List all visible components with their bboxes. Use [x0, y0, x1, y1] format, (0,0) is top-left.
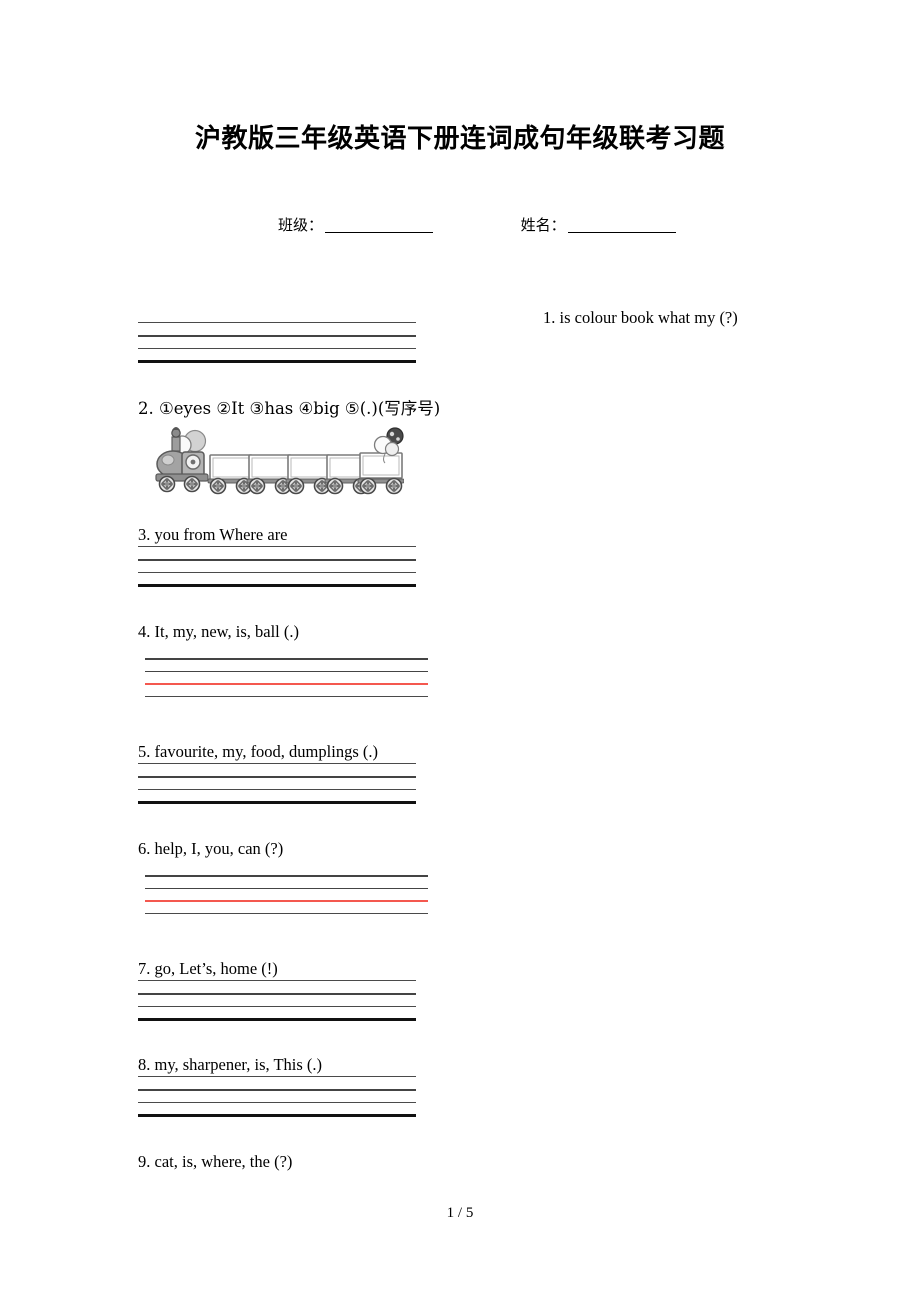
question-3-text: 3. you from Where are — [138, 525, 288, 544]
page-footer: 1 / 5 — [446, 1205, 474, 1221]
rule-gap — [138, 1103, 416, 1114]
rule-gap — [145, 672, 428, 683]
rule-gap — [138, 981, 416, 993]
rule-gap — [145, 685, 428, 696]
question-1-answer-lines[interactable] — [138, 322, 416, 363]
rule-gap — [145, 889, 428, 900]
train-car-2 — [246, 454, 294, 495]
question-8-text: 8. my, sharpener, is, This (.) — [138, 1055, 323, 1074]
train-illustration — [152, 424, 404, 500]
rule-gap — [138, 1077, 416, 1089]
question-5-text: 5. favourite, my, food, dumplings (.) — [138, 742, 378, 761]
rule-gap — [138, 337, 416, 348]
name-blank-line[interactable] — [567, 232, 676, 233]
question-8-answer-lines[interactable] — [138, 1076, 416, 1117]
rule-gap — [138, 995, 416, 1006]
question-7-answer-lines[interactable] — [138, 980, 416, 1021]
worksheet-page: 沪教版三年级英语下册连词成句年级联考习题 班级： 姓名： 1. is colou… — [0, 0, 920, 1302]
answer-rule[interactable] — [138, 360, 416, 363]
train-illustration-svg — [155, 427, 404, 495]
student-info-row: 班级： 姓名： — [278, 214, 758, 235]
rule-gap — [138, 561, 416, 572]
class-label: 班级： — [278, 216, 324, 234]
question-6-answer-lines[interactable] — [145, 875, 428, 915]
question-9-text: 9. cat, is, where, the (?) — [138, 1152, 293, 1171]
rule-gap — [145, 902, 428, 913]
train-car-3 — [285, 454, 333, 495]
question-6-text: 6. help, I, you, can (?) — [138, 839, 284, 858]
question-2-text: 2. ①eyes ②It ③has ④big ⑤(.)(写序号) — [138, 399, 441, 418]
rule-gap — [138, 1091, 416, 1102]
rule-gap — [145, 660, 428, 671]
rule-gap — [138, 547, 416, 559]
question-4-text: 4. It, my, new, is, ball (.) — [138, 622, 299, 641]
page-title: 沪教版三年级英语下册连词成句年级联考习题 — [194, 124, 725, 154]
rule-gap — [138, 764, 416, 776]
class-blank-line[interactable] — [325, 232, 434, 233]
answer-rule[interactable] — [138, 801, 416, 804]
answer-rule[interactable] — [138, 1018, 416, 1021]
answer-rule[interactable] — [138, 584, 416, 587]
train-car-1 — [207, 454, 255, 495]
rule-gap — [145, 877, 428, 888]
name-label: 姓名： — [520, 216, 566, 234]
rule-gap — [138, 778, 416, 789]
name-field: 姓名： — [521, 214, 676, 235]
question-5-answer-lines[interactable] — [138, 763, 416, 804]
rule-gap — [138, 790, 416, 801]
rule-gap — [138, 323, 416, 335]
question-4-answer-lines[interactable] — [145, 658, 428, 698]
rule-gap — [138, 1007, 416, 1018]
answer-rule[interactable] — [145, 695, 428, 698]
question-3-answer-lines[interactable] — [138, 546, 416, 587]
rule-gap — [138, 573, 416, 584]
rule-gap — [138, 349, 416, 360]
answer-rule[interactable] — [145, 912, 428, 915]
train-car-5 — [357, 452, 404, 495]
answer-rule[interactable] — [138, 1114, 416, 1117]
class-field: 班级： — [278, 214, 434, 235]
question-1-text: 1. is colour book what my (?) — [543, 308, 738, 327]
question-7-text: 7. go, Let’s, home (!) — [138, 959, 278, 978]
